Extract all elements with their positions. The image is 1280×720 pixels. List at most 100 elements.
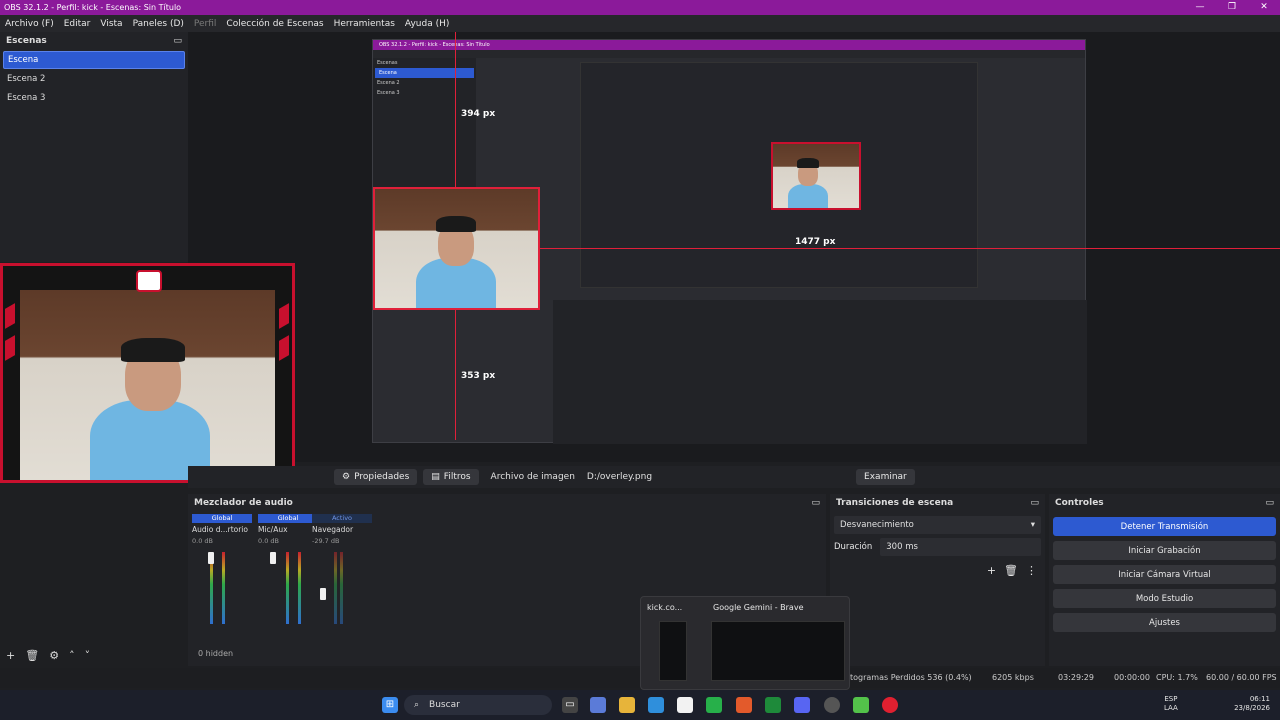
thumbnail[interactable] [711, 621, 845, 681]
channel-db: -29.7 dB [312, 537, 340, 545]
edge-icon[interactable] [648, 697, 664, 713]
thumbnail[interactable] [659, 621, 687, 681]
taskbar-preview-popup[interactable]: kick.co... Google Gemini - Brave [640, 596, 850, 690]
channel-db: 0.0 dB [192, 537, 213, 545]
more-icon[interactable]: ⋮ [1026, 564, 1037, 577]
channel-group-badge: Activo [312, 514, 372, 523]
taskbar-search[interactable]: ⌕ Buscar [404, 695, 552, 715]
volume-meter [222, 552, 225, 624]
volume-meter [334, 552, 337, 624]
mixer-channel: Activo Navegador -29.7 dB [312, 514, 372, 545]
popup-app1[interactable]: kick.co... [647, 603, 682, 612]
language-indicator[interactable]: ESP LAA [1164, 695, 1178, 713]
menu-docks[interactable]: Paneles (D) [128, 19, 189, 29]
gear-icon[interactable]: ⚙ [49, 649, 59, 662]
menu-edit[interactable]: Editar [59, 19, 96, 29]
trash-icon[interactable]: 🗑 [25, 649, 39, 662]
duration-label: Duración [834, 542, 873, 552]
measure-right-label: 1477 px [795, 237, 836, 247]
browse-button[interactable]: Examinar [856, 469, 915, 485]
folder-icon[interactable] [619, 697, 635, 713]
selection-box[interactable] [373, 187, 540, 310]
cpu-usage: CPU: 1.7% [1156, 673, 1198, 682]
channel-group-badge: Global [258, 514, 318, 523]
nested-webcam-2 [771, 142, 861, 210]
record-time: 00:00:00 [1114, 673, 1150, 682]
search-icon: ⌕ [414, 700, 420, 710]
webcam-overlay-frame [0, 263, 295, 483]
add-icon[interactable]: + [6, 649, 15, 662]
undock-icon[interactable]: ▭ [1030, 498, 1039, 508]
transition-select[interactable]: Desvanecimiento ▾ [834, 516, 1041, 534]
source-path-label: D:/overley.png [586, 472, 653, 482]
hidden-count: 0 hidden [198, 649, 234, 658]
window-title-bar: OBS 32.1.2 - Perfil: kick - Escenas: Sin… [0, 0, 1280, 15]
app-icon[interactable] [590, 697, 606, 713]
undock-icon[interactable]: ▭ [1265, 498, 1274, 508]
filters-button[interactable]: ▤ Filtros [423, 469, 479, 485]
scene-toolbar: + 🗑 ⚙ ˄ ˅ [0, 645, 188, 665]
start-icon[interactable]: ⊞ [382, 697, 398, 713]
popup-app2[interactable]: Google Gemini - Brave [713, 603, 804, 612]
discord-icon[interactable] [794, 697, 810, 713]
channel-name[interactable]: Mic/Aux [258, 525, 318, 534]
stop-streaming-button[interactable]: Detener Transmisión [1053, 517, 1276, 536]
properties-button[interactable]: ⚙ Propiedades [334, 469, 418, 485]
menu-file[interactable]: Archivo (F) [0, 19, 59, 29]
clock[interactable]: 06:11 23/8/2026 [1226, 695, 1270, 713]
chevron-down-icon: ▾ [1030, 520, 1035, 530]
volume-fader[interactable] [208, 552, 214, 564]
menu-help[interactable]: Ayuda (H) [400, 19, 454, 29]
studio-mode-button[interactable]: Modo Estudio [1053, 589, 1276, 608]
menu-view[interactable]: Vista [95, 19, 127, 29]
menu-tools[interactable]: Herramientas [329, 19, 400, 29]
nested-scene-item: Escena 3 [377, 90, 400, 96]
duration-input[interactable]: 300 ms [880, 538, 1041, 556]
chevron-up-icon[interactable]: ˄ [69, 649, 75, 662]
window-title: OBS 32.1.2 - Perfil: kick - Escenas: Sin… [4, 3, 182, 12]
start-recording-button[interactable]: Iniciar Grabación [1053, 541, 1276, 560]
store-icon[interactable] [677, 697, 693, 713]
preview-canvas[interactable]: OBS 32.1.2 - Perfil: kick - Escenas: Sin… [188, 32, 1280, 462]
volume-meter [298, 552, 301, 624]
guide-line-bottom [455, 310, 456, 440]
brave-icon[interactable] [736, 697, 752, 713]
mixer-channel: Global Mic/Aux 0.0 dB [258, 514, 318, 545]
fps: 60.00 / 60.00 FPS [1206, 673, 1277, 682]
scene-item-escena-3[interactable]: Escena 3 [3, 89, 185, 107]
start-virtual-camera-button[interactable]: Iniciar Cámara Virtual [1053, 565, 1276, 584]
scene-item-escena-2[interactable]: Escena 2 [3, 70, 185, 88]
volume-fader[interactable] [320, 588, 326, 600]
gear-icon: ⚙ [342, 472, 351, 482]
youtube-icon[interactable] [882, 697, 898, 713]
windows-taskbar: ⊞ ⌕ Buscar ▭ ESP LAA 06:11 23/8/2026 [0, 690, 1280, 720]
undock-icon[interactable]: ▭ [811, 498, 820, 508]
close-button[interactable]: ✕ [1248, 0, 1280, 15]
obs-icon[interactable] [824, 697, 840, 713]
minimize-button[interactable]: — [1184, 0, 1216, 15]
settings-button[interactable]: Ajustes [1053, 613, 1276, 632]
whatsapp-icon[interactable] [706, 697, 722, 713]
mixer-title: Mezclador de audio [194, 498, 293, 508]
guide-line-right [540, 248, 1280, 249]
nested-scenes-title: Escenas [377, 60, 398, 66]
chevron-down-icon[interactable]: ˅ [85, 649, 91, 662]
scene-item-escena[interactable]: Escena [3, 51, 185, 69]
dropped-frames: togramas Perdidos 536 (0.4%) [850, 673, 972, 682]
add-icon[interactable]: + [987, 564, 996, 577]
xbox-icon[interactable] [765, 697, 781, 713]
channel-name[interactable]: Audio d...rtorio [192, 525, 252, 534]
club-logo [136, 270, 162, 292]
undock-icon[interactable]: ▭ [173, 36, 182, 46]
kick-icon[interactable] [853, 697, 869, 713]
menu-bar: Archivo (F) Editar Vista Paneles (D) Per… [0, 15, 1280, 32]
task-view-icon[interactable]: ▭ [562, 697, 578, 713]
trash-icon[interactable]: 🗑 [1004, 564, 1018, 577]
nested-menu [373, 50, 1085, 58]
menu-profile[interactable]: Perfil [189, 19, 222, 29]
menu-scene-collection[interactable]: Colección de Escenas [221, 19, 328, 29]
maximize-button[interactable]: ❐ [1216, 0, 1248, 15]
volume-fader[interactable] [270, 552, 276, 564]
measure-top-label: 394 px [461, 109, 496, 119]
channel-name[interactable]: Navegador [312, 525, 372, 534]
